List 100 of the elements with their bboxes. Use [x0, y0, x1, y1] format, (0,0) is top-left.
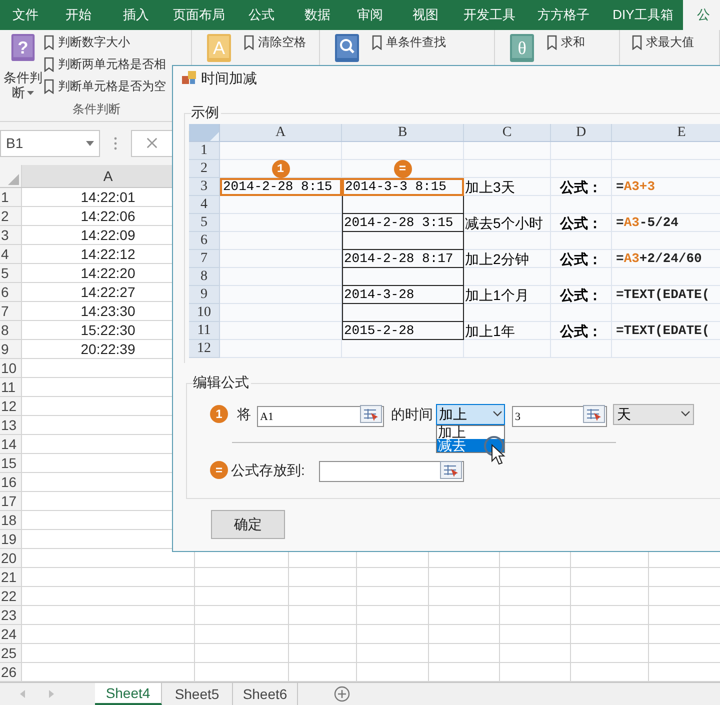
table-cell: 2014-2-28 8:15	[220, 178, 342, 196]
table-cell	[500, 644, 571, 663]
ribbon-tab[interactable]: 插入	[106, 0, 166, 30]
sheet-tab[interactable]: Sheet5	[162, 683, 233, 705]
row-number[interactable]: 26	[0, 663, 22, 682]
ribbon-tab[interactable]: 页面布局	[166, 0, 232, 30]
table-cell: 加上1年	[464, 322, 551, 340]
caret-icon[interactable]	[27, 91, 34, 96]
ribbon-tab[interactable]: 审阅	[344, 0, 396, 30]
table-cell	[357, 568, 429, 587]
table-cell	[429, 568, 500, 587]
ribbon-tab[interactable]: 视图	[396, 0, 455, 30]
search-book-icon	[334, 33, 360, 63]
range-picker-icon[interactable]	[360, 404, 382, 422]
table-cell	[289, 568, 357, 587]
row-number[interactable]: 16	[0, 473, 22, 492]
row-number[interactable]: 9	[0, 340, 22, 359]
field-label: 公式存放到:	[231, 460, 305, 480]
step-badge: =	[394, 160, 412, 178]
letter-book-icon: A	[206, 33, 232, 63]
table-cell	[289, 644, 357, 663]
step-badge: 1	[272, 160, 290, 178]
row-number: 10	[189, 304, 220, 322]
table-cell: 加上2分钟	[464, 250, 551, 268]
dialog-title: 时间加减	[201, 68, 257, 88]
ribbon-item[interactable]: 单条件查找	[372, 31, 446, 53]
ribbon-item[interactable]: 判断两单元格是否相	[44, 53, 166, 75]
ribbon-tab[interactable]: 公式	[232, 0, 291, 30]
ribbon-item[interactable]: 清除空格	[244, 31, 306, 53]
table-cell	[551, 340, 612, 358]
table-cell	[551, 304, 612, 322]
ribbon-tab[interactable]: 开始	[51, 0, 106, 30]
table-cell	[551, 160, 612, 178]
table-cell	[500, 587, 571, 606]
letter-book-icon: θ	[509, 33, 535, 63]
row-number[interactable]: 19	[0, 530, 22, 549]
table-cell: =TEXT(EDATE(	[612, 286, 720, 304]
row-number[interactable]: 12	[0, 397, 22, 416]
table-cell	[500, 568, 571, 587]
ribbon-item[interactable]: 求和	[547, 31, 585, 53]
table-cell	[429, 606, 500, 625]
table-cell: =A3+2/24/60	[612, 250, 720, 268]
row-number[interactable]: 25	[0, 644, 22, 663]
row-number[interactable]: 15	[0, 454, 22, 473]
table-cell	[357, 587, 429, 606]
operation-dropdown[interactable]: 加上	[436, 404, 505, 424]
row-number[interactable]: 11	[0, 378, 22, 397]
row-number[interactable]: 18	[0, 511, 22, 530]
ribbon-tab[interactable]: 公	[683, 0, 720, 30]
range-picker-icon[interactable]	[583, 404, 605, 422]
confirm-button[interactable]: 确定	[211, 510, 285, 539]
column-header: D	[551, 124, 612, 141]
row-number[interactable]: 20	[0, 549, 22, 568]
ribbon-tab[interactable]: 方方格子	[524, 0, 603, 30]
bookmark-icon	[44, 56, 54, 72]
row-number[interactable]: 21	[0, 568, 22, 587]
row-number[interactable]: 6	[0, 283, 22, 302]
row-number[interactable]: 8	[0, 321, 22, 340]
chevron-icon	[681, 411, 690, 417]
ribbon-item[interactable]: 求最大值	[632, 31, 694, 53]
caret-icon[interactable]	[86, 141, 94, 146]
ribbon-tab[interactable]: DIY工具箱	[603, 0, 683, 30]
ribbon-tab[interactable]: 文件	[0, 0, 51, 30]
row-number[interactable]: 1	[0, 188, 22, 207]
row-number[interactable]: 24	[0, 625, 22, 644]
ribbon-item[interactable]: 判断数字大小	[44, 31, 166, 53]
row-number: 6	[189, 232, 220, 250]
table-cell: 减去5个小时	[464, 214, 551, 232]
row-number[interactable]: 17	[0, 492, 22, 511]
unit-dropdown[interactable]: 天	[613, 404, 694, 424]
column-header: C	[464, 124, 551, 141]
row-number[interactable]: 5	[0, 264, 22, 283]
close-icon[interactable]	[131, 130, 173, 157]
row-number[interactable]: 10	[0, 359, 22, 378]
table-cell: 2014-2-28 3:15	[342, 214, 464, 232]
field-label: 将	[237, 404, 251, 424]
add-sheet-icon[interactable]	[334, 686, 350, 702]
sheet-tab[interactable]: Sheet4	[95, 683, 162, 705]
bookmark-icon	[44, 34, 54, 50]
row-number[interactable]: 13	[0, 416, 22, 435]
table-cell	[357, 644, 429, 663]
row-number[interactable]: 14	[0, 435, 22, 454]
row-number[interactable]: 7	[0, 302, 22, 321]
name-box[interactable]: B1	[0, 130, 100, 157]
column-header: B	[342, 124, 464, 141]
ribbon-tab[interactable]: 数据	[291, 0, 344, 30]
ribbon-tab[interactable]: 开发工具	[455, 0, 524, 30]
row-number[interactable]: 2	[0, 207, 22, 226]
row-number[interactable]: 3	[0, 226, 22, 245]
range-picker-icon[interactable]	[440, 460, 462, 478]
row-number[interactable]: 23	[0, 606, 22, 625]
row-number: 3	[189, 178, 220, 196]
row-number[interactable]: 4	[0, 245, 22, 264]
bookmark-icon	[372, 34, 382, 50]
table-cell: 公式：	[551, 322, 612, 340]
condition-button[interactable]: ? 条件判断	[2, 30, 44, 100]
ribbon-item[interactable]: 判断单元格是否为空	[44, 75, 166, 97]
table-cell	[289, 606, 357, 625]
sheet-tab[interactable]: Sheet6	[233, 683, 298, 705]
row-number[interactable]: 22	[0, 587, 22, 606]
